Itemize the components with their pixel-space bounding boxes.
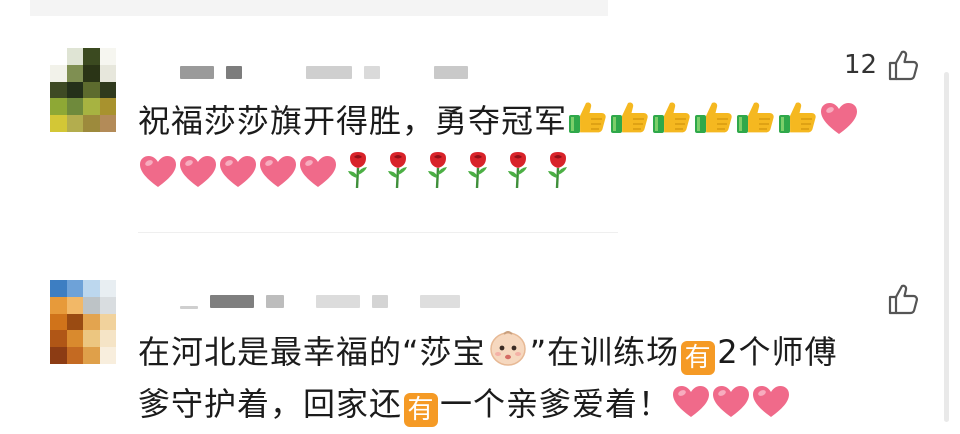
comment-line-1-part-3: 2个师傅 bbox=[717, 333, 838, 371]
comment-line-1-part-1: 在河北是最幸福的“莎宝 bbox=[138, 333, 486, 371]
heart-emoji-icon bbox=[298, 154, 338, 203]
you-badge-emoji: 有 bbox=[681, 341, 716, 375]
avatar[interactable] bbox=[50, 280, 116, 364]
username-blurred[interactable] bbox=[180, 294, 460, 309]
thumbs-up-emoji-icon bbox=[609, 99, 651, 150]
rose-emoji-icon bbox=[498, 150, 538, 203]
comment-line-2-part-2: 一个亲爹爱着！ bbox=[440, 385, 672, 423]
previous-comment-edge bbox=[30, 0, 608, 16]
thumbs-up-emoji-icon bbox=[651, 99, 693, 150]
emoji-group bbox=[567, 102, 859, 140]
avatar[interactable] bbox=[50, 48, 116, 132]
rose-emoji-icon bbox=[538, 150, 578, 203]
heart-emoji-icon bbox=[218, 154, 258, 203]
heart-emoji-icon bbox=[711, 384, 751, 433]
scrollbar[interactable] bbox=[944, 72, 949, 422]
heart-emoji-icon bbox=[751, 384, 791, 433]
username-blurred[interactable] bbox=[180, 66, 468, 79]
rose-emoji-icon bbox=[378, 150, 418, 203]
like-count: 12 bbox=[844, 50, 878, 80]
heart-emoji-icon bbox=[671, 384, 711, 433]
heart-emoji-icon bbox=[178, 154, 218, 203]
thumbs-up-like-icon[interactable] bbox=[886, 282, 920, 316]
comment-text: 在河北是最幸福的“莎宝 ”在训练场有 2个师傅 爹守护着，回家还有一个亲爹爱着！ bbox=[138, 328, 838, 433]
heart-emoji-icon bbox=[138, 154, 178, 203]
rose-emoji-icon bbox=[338, 150, 378, 203]
emoji-group bbox=[671, 385, 791, 423]
rose-emoji-icon bbox=[418, 150, 458, 203]
thumbs-up-emoji-icon bbox=[735, 99, 777, 150]
heart-emoji-icon bbox=[819, 101, 859, 150]
baby-face-emoji-icon bbox=[486, 328, 530, 381]
emoji-group bbox=[138, 150, 859, 203]
rose-emoji-icon bbox=[458, 150, 498, 203]
thumbs-up-emoji-icon bbox=[693, 99, 735, 150]
comment-line-1: 祝福莎莎旗开得胜，勇夺冠军 bbox=[138, 102, 568, 140]
comment-line-1-part-2: ”在训练场 bbox=[529, 333, 680, 371]
heart-emoji-icon bbox=[258, 154, 298, 203]
comment-text: 祝福莎莎旗开得胜，勇夺冠军 bbox=[138, 98, 859, 203]
comment-line-2-part-1: 爹守护着，回家还 bbox=[138, 385, 403, 423]
you-badge-emoji: 有 bbox=[404, 393, 439, 427]
thumbs-up-emoji-icon bbox=[567, 99, 609, 150]
thumbs-up-like-icon[interactable] bbox=[886, 48, 920, 82]
thumbs-up-emoji-icon bbox=[777, 99, 819, 150]
comment-divider bbox=[138, 232, 618, 233]
